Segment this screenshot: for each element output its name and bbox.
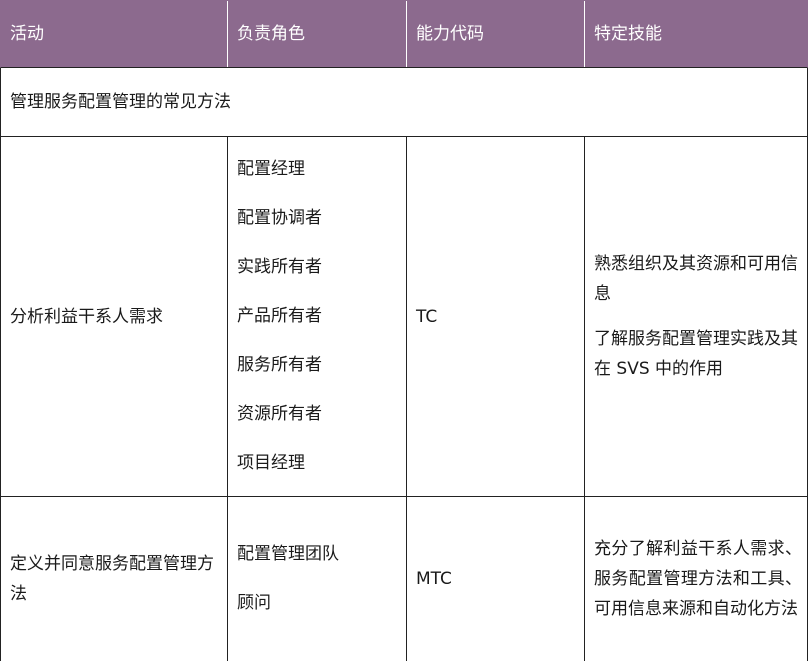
competency-code-cell: MTC: [406, 497, 584, 661]
table-row: 分析利益干系人需求 配置经理 配置协调者 实践所有者 产品所有者 服务所有者 资…: [0, 137, 808, 497]
role-item: 配置管理团队: [237, 544, 339, 564]
role-item: 顾问: [237, 593, 271, 613]
role-item: 配置协调者: [237, 208, 322, 228]
role-item: 资源所有者: [237, 404, 322, 424]
activity-cell: 定义并同意服务配置管理方法: [10, 554, 214, 604]
header-specific-skills: 特定技能: [584, 1, 808, 67]
header-competency-code: 能力代码: [406, 1, 584, 67]
role-item: 产品所有者: [237, 306, 322, 326]
role-item: 服务所有者: [237, 355, 322, 375]
skill-text: 充分了解利益干系人需求、服务配置管理方法和工具、可用信息来源和自动化方法: [594, 539, 802, 619]
skills-cell: 熟悉组织及其资源和可用信息 了解服务配置管理实践及其在 SVS 中的作用: [584, 137, 808, 496]
header-activity: 活动: [10, 24, 44, 44]
section-title: 管理服务配置管理的常见方法: [10, 92, 231, 112]
header-roles: 负责角色: [227, 1, 406, 67]
role-item: 项目经理: [237, 453, 305, 473]
skills-cell: 充分了解利益干系人需求、服务配置管理方法和工具、可用信息来源和自动化方法: [584, 497, 808, 661]
role-item: 实践所有者: [237, 257, 322, 277]
table-header-row: 活动 负责角色 能力代码 特定技能: [0, 0, 808, 68]
table-row: 定义并同意服务配置管理方法 配置管理团队 顾问 MTC 充分了解利益干系人需求、…: [0, 497, 808, 661]
skill-text: 熟悉组织及其资源和可用信息: [594, 254, 798, 304]
role-item: 配置经理: [237, 159, 305, 179]
activity-cell: 分析利益干系人需求: [10, 306, 163, 327]
competency-table: 活动 负责角色 能力代码 特定技能 管理服务配置管理的常见方法 分析利益干系人需…: [0, 0, 810, 661]
section-row: 管理服务配置管理的常见方法: [0, 68, 808, 137]
competency-code-cell: TC: [406, 137, 584, 496]
skill-text: 了解服务配置管理实践及其在 SVS 中的作用: [594, 329, 798, 379]
roles-cell: 配置经理 配置协调者 实践所有者 产品所有者 服务所有者 资源所有者 项目经理: [227, 137, 406, 496]
roles-cell: 配置管理团队 顾问: [227, 497, 406, 661]
